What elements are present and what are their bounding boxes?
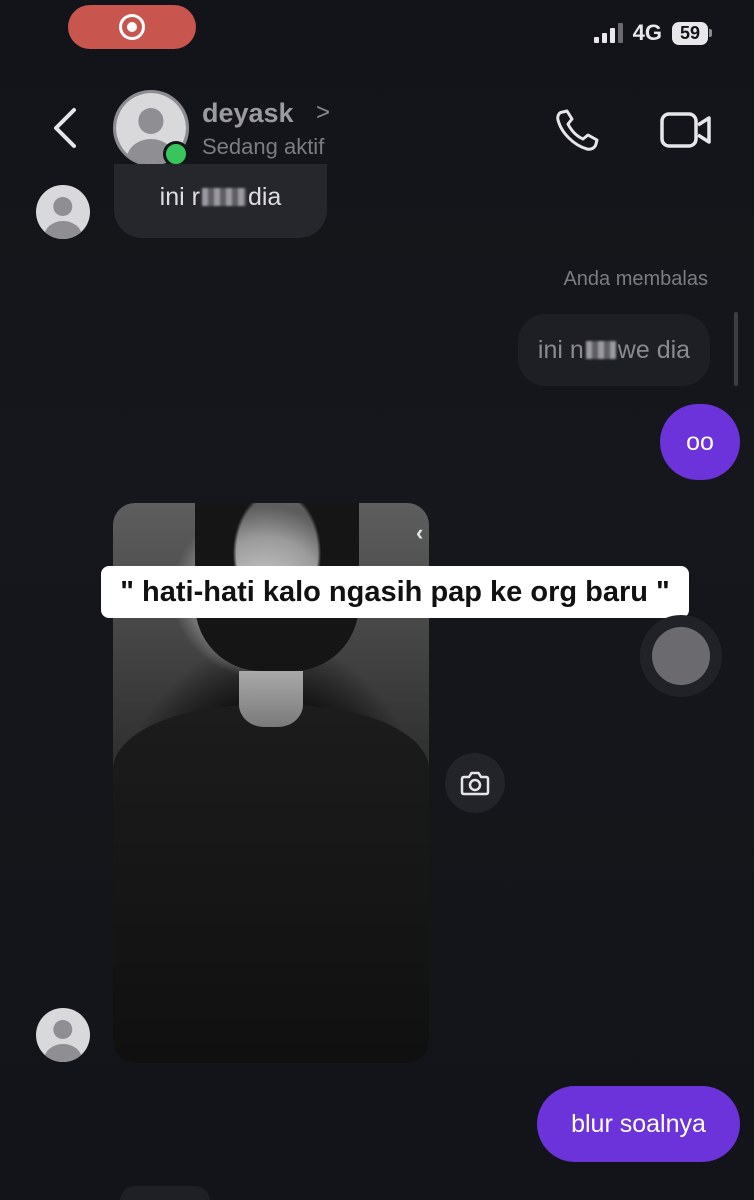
scrollbar[interactable] <box>734 312 738 386</box>
sender-avatar[interactable] <box>36 1008 90 1062</box>
chevron-right-icon[interactable]: > <box>316 99 330 127</box>
photo-edge-marker: ‹ <box>416 520 424 545</box>
status-bar: 4G 59 <box>593 20 713 46</box>
battery-icon: 59 <box>671 21 713 45</box>
floating-assistive-button[interactable] <box>640 615 722 697</box>
record-icon <box>119 14 145 40</box>
sender-avatar[interactable] <box>36 185 90 239</box>
next-message-bubble[interactable] <box>120 1186 210 1200</box>
reply-quote-bubble[interactable]: ini n we dia <box>518 314 710 386</box>
message-text: blur soalnya <box>571 1109 706 1138</box>
contact-active-status: Sedang aktif <box>202 134 325 159</box>
back-icon[interactable] <box>50 106 80 150</box>
contact-name[interactable]: deyask <box>202 98 294 129</box>
screen-record-indicator[interactable] <box>68 5 196 49</box>
message-bubble-incoming[interactable]: ini r dia <box>114 164 327 238</box>
censor-blur <box>585 341 616 359</box>
camera-icon[interactable] <box>445 753 505 813</box>
censor-blur <box>201 188 246 206</box>
message-bubble-outgoing[interactable]: blur soalnya <box>537 1086 740 1162</box>
photo-caption: " hati-hati kalo ngasih pap ke org baru … <box>101 566 689 618</box>
message-text: oo <box>686 427 714 456</box>
reply-label: Anda membalas <box>563 268 708 290</box>
quote-text: we dia <box>617 335 691 364</box>
quote-text: ini n <box>537 335 584 364</box>
message-text: dia <box>247 182 282 211</box>
video-call-icon[interactable] <box>660 110 712 150</box>
message-bubble-outgoing[interactable]: oo <box>660 404 740 480</box>
message-text: ini r <box>159 182 200 211</box>
signal-icon <box>593 23 623 43</box>
chat-screen: 4G 59 deyask > Sedang aktif ini r dia An… <box>0 0 754 1200</box>
network-type: 4G <box>632 20 662 45</box>
phone-icon[interactable] <box>555 108 601 152</box>
